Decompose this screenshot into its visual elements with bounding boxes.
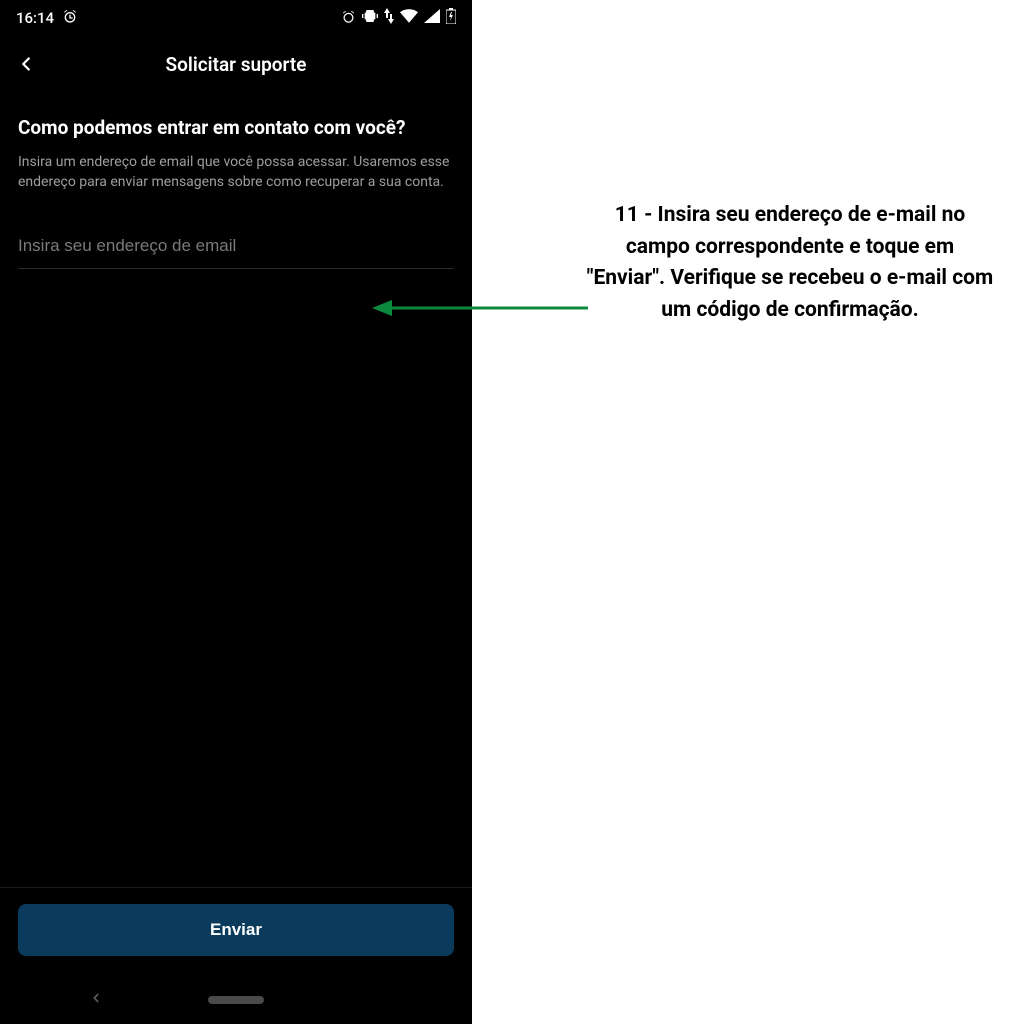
app-bar: Solicitar suporte [0, 36, 472, 92]
nav-home-pill[interactable] [208, 996, 264, 1004]
page-title: Solicitar suporte [0, 53, 472, 76]
vibrate-icon [362, 8, 378, 28]
status-time: 16:14 [16, 9, 54, 27]
footer: Enviar [0, 887, 472, 976]
phone-frame: 16:14 [0, 0, 472, 1024]
chevron-left-icon [89, 991, 103, 1005]
instruction-text: 11 - Insira seu endereço de e-mail no ca… [585, 200, 995, 326]
status-bar: 16:14 [0, 0, 472, 36]
status-left: 16:14 [16, 8, 78, 28]
alarm-icon [341, 9, 356, 28]
signal-icon [424, 9, 440, 27]
battery-icon [446, 8, 456, 28]
wifi-icon [400, 9, 418, 27]
back-button[interactable] [12, 50, 40, 78]
content-description: Insira um endereço de email que você pos… [18, 153, 454, 192]
chevron-left-icon [15, 53, 37, 75]
nav-back-button[interactable] [89, 990, 109, 1010]
send-button[interactable]: Enviar [18, 904, 454, 956]
android-nav-bar [0, 976, 472, 1024]
instruction-panel: 11 - Insira seu endereço de e-mail no ca… [585, 200, 995, 326]
status-right [341, 8, 456, 28]
content-heading: Como podemos entrar em contato com você? [18, 116, 454, 139]
alarm-icon [62, 8, 78, 28]
email-field[interactable] [18, 228, 454, 269]
content-area: Como podemos entrar em contato com você?… [0, 92, 472, 887]
data-icon [384, 8, 394, 28]
